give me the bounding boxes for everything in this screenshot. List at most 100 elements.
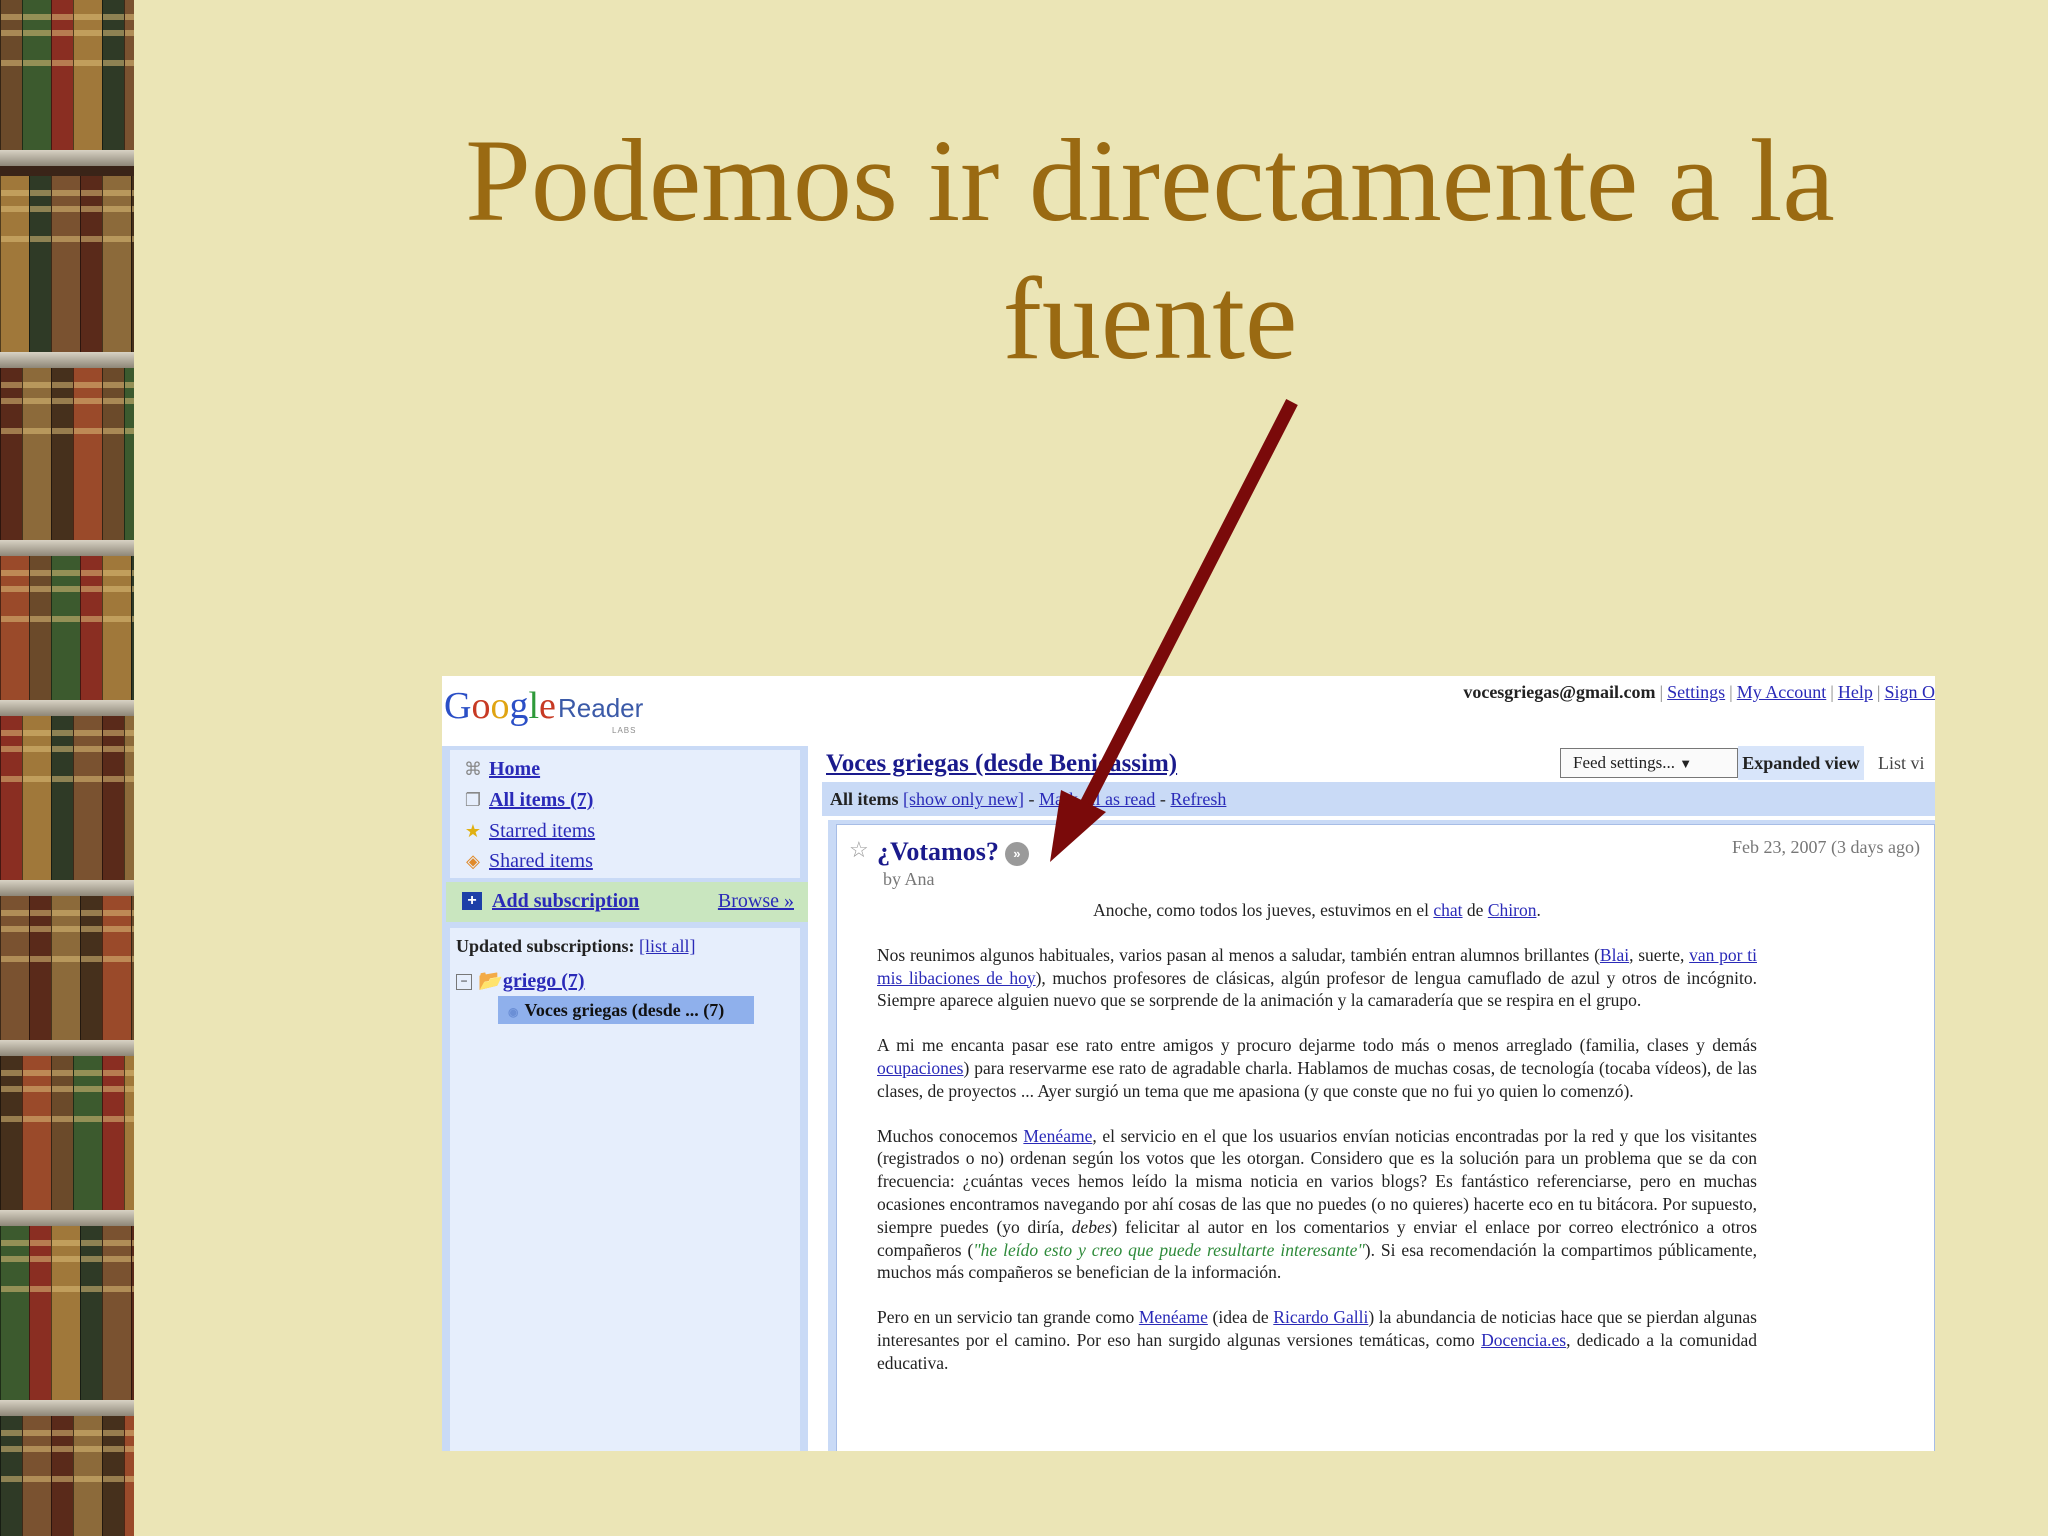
folder-label[interactable]: griego (7): [503, 970, 585, 992]
entry-author: by Ana: [883, 869, 935, 889]
all-items-label: All items: [830, 789, 899, 809]
book: [80, 556, 103, 700]
entry-title[interactable]: ¿Votamos?»: [877, 837, 1029, 867]
help-link[interactable]: Help: [1838, 682, 1873, 702]
chat-link[interactable]: chat: [1433, 900, 1462, 920]
book: [73, 716, 103, 880]
tab-expanded-view[interactable]: Expanded view: [1738, 746, 1864, 780]
book: [73, 1056, 103, 1210]
shelf-row: [0, 1226, 134, 1400]
nav-all-items[interactable]: ❐ All items (7): [462, 789, 594, 812]
book: [22, 1056, 52, 1210]
sign-out-link[interactable]: Sign O: [1884, 682, 1935, 702]
shelf-plank: [0, 1400, 134, 1416]
add-subscription-link[interactable]: Add subscription: [492, 890, 639, 913]
nav-home[interactable]: ⌘ Home: [462, 758, 540, 781]
book: [22, 368, 52, 540]
book: [51, 556, 81, 700]
mark-all-read-link[interactable]: Mark all as read: [1039, 789, 1155, 809]
tab-list-view[interactable]: List vi: [1872, 746, 1935, 780]
updated-subscriptions-heading: Updated subscriptions: [list all]: [456, 936, 696, 956]
paragraph-3: Muchos conocemos Menéame, el servicio en…: [877, 1125, 1757, 1283]
rss-icon: ◉: [508, 1005, 519, 1019]
feed-header: Voces griegas (desde Benicàssim) Feed se…: [822, 746, 1935, 786]
slide-title-line2: fuente: [1002, 253, 1298, 384]
star-icon: ★: [464, 821, 482, 841]
docencia-link[interactable]: Docencia.es: [1481, 1330, 1566, 1350]
book: [73, 1416, 103, 1536]
book: [102, 368, 125, 540]
book: [102, 1416, 125, 1536]
book: [22, 0, 52, 150]
list-all-link[interactable]: [list all]: [639, 936, 696, 956]
book: [80, 896, 103, 1040]
nav-starred-label[interactable]: Starred items: [489, 820, 595, 842]
book: [0, 368, 23, 540]
feed-title-link[interactable]: Voces griegas (desde Benicàssim): [826, 750, 1177, 778]
nav-all-items-label[interactable]: All items (7): [489, 789, 593, 811]
browse-link[interactable]: Browse »: [718, 890, 794, 913]
shelf-plank: [0, 540, 134, 556]
chiron-link[interactable]: Chiron: [1488, 900, 1537, 920]
book: [124, 368, 134, 540]
entry-frame: ☆ ¿Votamos?» Feb 23, 2007 (3 days ago) b…: [828, 820, 1935, 1451]
book: [51, 896, 81, 1040]
book: [0, 176, 30, 352]
google-logo: Google: [444, 685, 556, 727]
shelf-plank: [0, 700, 134, 716]
feed-item-selected[interactable]: ◉ Voces griegas (desde ... (7): [498, 996, 754, 1024]
book: [29, 556, 52, 700]
my-account-link[interactable]: My Account: [1737, 682, 1827, 702]
book: [80, 1226, 103, 1400]
ricardo-galli-link[interactable]: Ricardo Galli: [1273, 1307, 1368, 1327]
refresh-link[interactable]: Refresh: [1170, 789, 1226, 809]
book: [80, 176, 103, 352]
meneame-link[interactable]: Menéame: [1023, 1126, 1092, 1146]
feed-item-label: Voces griegas (desde ... (7): [524, 1000, 725, 1020]
book: [0, 716, 23, 880]
labs-label: LABS: [612, 726, 637, 735]
nav-home-label[interactable]: Home: [489, 758, 540, 780]
book: [29, 896, 52, 1040]
paragraph-1: Nos reunimos algunos habituales, varios …: [877, 944, 1757, 1011]
shelf-row: [0, 716, 134, 880]
show-only-new-link[interactable]: [show only new]: [903, 789, 1024, 809]
shelf-plank: [0, 880, 134, 896]
book: [102, 176, 132, 352]
book: [51, 1056, 74, 1210]
book: [102, 896, 132, 1040]
nav-starred[interactable]: ★ Starred items: [462, 820, 595, 843]
book: [29, 176, 52, 352]
paragraph-2: A mi me encanta pasar ese rato entre ami…: [877, 1035, 1757, 1101]
subscriptions-box: Updated subscriptions: [list all] − 📂grie…: [450, 928, 800, 1451]
book: [102, 0, 125, 150]
shelf-plank: [0, 1040, 134, 1056]
bookshelf-image: [0, 0, 134, 1536]
nav-shared[interactable]: ◈ Shared items: [462, 850, 593, 873]
slide-title-line1: Podemos ir directamente a la: [465, 115, 1835, 246]
shelf-plank: [0, 150, 134, 166]
meneame-link-2[interactable]: Menéame: [1139, 1307, 1208, 1327]
shelf-row: [0, 176, 134, 352]
book: [51, 0, 74, 150]
dropdown-arrow-icon: ▼: [1679, 756, 1693, 771]
ocupaciones-link[interactable]: ocupaciones: [877, 1058, 964, 1078]
collapse-icon[interactable]: −: [456, 974, 472, 991]
book: [131, 176, 134, 352]
book: [102, 716, 125, 880]
feed-settings-dropdown[interactable]: Feed settings... ▼: [1560, 748, 1738, 778]
folder-griego[interactable]: − 📂griego (7): [456, 968, 585, 993]
settings-link[interactable]: Settings: [1667, 682, 1725, 702]
nav-shared-label[interactable]: Shared items: [489, 850, 593, 872]
home-icon: ⌘: [464, 759, 482, 779]
book: [131, 556, 134, 700]
book: [29, 1226, 52, 1400]
shelf-row: [0, 368, 134, 540]
sidebar: ⌘ Home ❐ All items (7) ★ Starred items ◈…: [442, 746, 808, 1451]
shelf-row: [0, 896, 134, 1040]
blai-link[interactable]: Blai: [1600, 945, 1629, 965]
nav-box: ⌘ Home ❐ All items (7) ★ Starred items ◈…: [450, 750, 800, 878]
star-entry-icon[interactable]: ☆: [849, 837, 869, 863]
go-to-source-icon[interactable]: »: [1004, 842, 1029, 867]
book: [102, 556, 132, 700]
